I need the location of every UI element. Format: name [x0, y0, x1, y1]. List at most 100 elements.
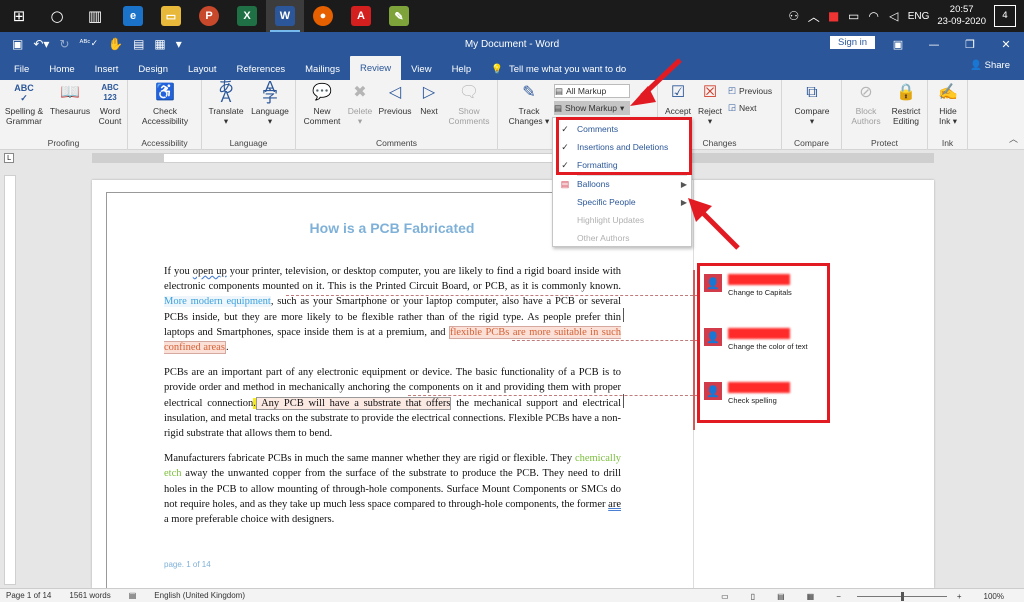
show-comments-label-1: Show: [458, 106, 480, 116]
proofing-status-icon[interactable]: ▤: [129, 591, 137, 600]
file-explorer-icon[interactable]: ▭: [152, 0, 190, 32]
language-button[interactable]: A字 Language ▾: [248, 80, 292, 127]
battery-icon[interactable]: ▭: [844, 9, 864, 23]
display-for-review-select[interactable]: ▤ All Markup: [554, 84, 630, 98]
tab-home[interactable]: Home: [39, 58, 84, 80]
wifi-icon[interactable]: ◠: [864, 9, 884, 23]
tab-references[interactable]: References: [227, 58, 296, 80]
print-layout-icon[interactable]: ▤: [777, 592, 785, 601]
excel-app-icon[interactable]: X: [228, 0, 266, 32]
task-view-icon[interactable]: ▥: [76, 0, 114, 32]
antivirus-icon[interactable]: ■: [824, 9, 844, 23]
zoom-level[interactable]: 100%: [984, 592, 1004, 601]
block-authors-button[interactable]: ⊘ Block Authors: [846, 82, 886, 127]
compare-icon: ⧉: [806, 84, 818, 101]
horizontal-ruler[interactable]: L: [0, 151, 1024, 165]
people-icon[interactable]: ⚇: [784, 9, 804, 23]
customize-qat-icon[interactable]: ▾: [176, 37, 182, 51]
zoom-in-icon[interactable]: +: [957, 592, 962, 601]
show-comments-button[interactable]: 🗨 Show Comments: [444, 82, 494, 127]
language-indicator[interactable]: ENG: [908, 11, 930, 22]
restrict-editing-button[interactable]: 🔒 Restrict Editing: [886, 82, 926, 127]
paragraph-2[interactable]: PCBs are an important part of any electr…: [164, 365, 621, 441]
acrobat-app-icon[interactable]: A: [342, 0, 380, 32]
firefox-app-icon[interactable]: ●: [304, 0, 342, 32]
tab-help[interactable]: Help: [442, 58, 482, 80]
language-label: Language: [251, 106, 289, 116]
chevron-up-icon[interactable]: ︿: [804, 8, 824, 25]
edge-app-icon[interactable]: e: [114, 0, 152, 32]
next-change-button[interactable]: ◲ Next: [728, 102, 757, 113]
read-mode-icon[interactable]: ▯: [751, 592, 755, 601]
tab-insert[interactable]: Insert: [85, 58, 129, 80]
undo-icon[interactable]: ↶▾: [33, 37, 49, 51]
powerpoint-app-icon[interactable]: P: [190, 0, 228, 32]
accept-button[interactable]: ☑ Accept: [660, 82, 696, 117]
menu-item-highlight-updates[interactable]: Highlight Updates: [553, 211, 693, 229]
translate-button[interactable]: あA Translate ▾: [204, 80, 248, 127]
previous-comment-button[interactable]: ◁ Previous: [376, 82, 414, 117]
start-icon[interactable]: ⊞: [0, 0, 38, 32]
word-count[interactable]: 1561 words: [69, 591, 110, 600]
track-changes-button[interactable]: ✎ Track Changes ▾: [508, 82, 550, 127]
language-status[interactable]: English (United Kingdom): [154, 591, 245, 600]
compare-button[interactable]: ⧉ Compare ▾: [788, 82, 836, 127]
volume-icon[interactable]: ◁: [884, 9, 904, 23]
minimize-icon[interactable]: —: [916, 32, 952, 56]
clock[interactable]: 20:57 23-09-2020: [937, 4, 986, 28]
delete-comment-button[interactable]: ✖ Delete ▾: [344, 82, 376, 127]
paragraph-3[interactable]: Manufacturers fabricate PCBs in much the…: [164, 451, 621, 527]
tell-me-search[interactable]: 💡 Tell me what you want to do: [491, 58, 626, 80]
print-preview-icon[interactable]: ▤: [133, 37, 144, 51]
next-comment-button[interactable]: ▷ Next: [414, 82, 444, 117]
vertical-ruler[interactable]: [4, 175, 16, 585]
ribbon-display-options-icon[interactable]: ▣: [880, 32, 916, 56]
menu-item-specific-people[interactable]: Specific People ▶: [553, 193, 693, 211]
draw-table-icon[interactable]: ▦: [154, 37, 165, 51]
tab-file[interactable]: File: [4, 58, 39, 80]
menu-item-other-authors[interactable]: Other Authors: [553, 229, 693, 247]
document-body[interactable]: If you open up your printer, television,…: [164, 264, 621, 537]
zoom-out-icon[interactable]: −: [836, 592, 841, 601]
hide-ink-button[interactable]: ✍ Hide Ink ▾: [932, 82, 964, 127]
spelling-check-icon[interactable]: ᴬᴮᶜ✓: [79, 39, 98, 49]
tab-mailings[interactable]: Mailings: [295, 58, 350, 80]
collapse-ribbon-icon[interactable]: ︿: [1009, 132, 1018, 145]
menu-item-balloons[interactable]: ▤ Balloons ▶: [553, 175, 693, 193]
comment-anchor-substrate[interactable]: Any PCB will have a substrate that offer…: [255, 396, 452, 410]
close-icon[interactable]: ✕: [988, 32, 1024, 56]
search-icon[interactable]: ○: [38, 0, 76, 32]
show-markup-button[interactable]: ▤ Show Markup ▾: [554, 101, 630, 115]
windows-taskbar: ⊞ ○ ▥ e ▭ P X W ● A ✎ ⚇ ︿ ■ ▭ ◠ ◁ ENG 20…: [0, 0, 1024, 32]
word-app-icon[interactable]: W: [266, 0, 304, 32]
notepad-app-icon[interactable]: ✎: [380, 0, 418, 32]
notification-center-icon[interactable]: 4: [994, 5, 1016, 27]
zoom-slider-thumb[interactable]: [900, 591, 904, 601]
check-accessibility-button[interactable]: ♿ Check Accessibility: [134, 82, 196, 127]
balloons-icon: ▤: [560, 178, 570, 189]
tab-design[interactable]: Design: [128, 58, 178, 80]
paragraph-1[interactable]: If you open up your printer, television,…: [164, 264, 621, 355]
notification-count: 4: [1002, 11, 1008, 21]
thesaurus-button[interactable]: 📖 Thesaurus: [48, 82, 92, 117]
previous-change-button[interactable]: ◰ Previous: [728, 85, 772, 96]
new-comment-button[interactable]: 💬 New Comment: [298, 82, 346, 127]
insertion-more-modern-equipment[interactable]: More modern equipment: [164, 296, 271, 308]
tab-review[interactable]: Review: [349, 56, 402, 80]
touch-mode-icon[interactable]: ✋: [108, 37, 123, 51]
web-layout-icon[interactable]: ▦: [807, 592, 815, 601]
redo-icon[interactable]: ↻: [59, 37, 69, 51]
restore-icon[interactable]: ❐: [952, 32, 988, 56]
spelling-grammar-button[interactable]: ABC ✓ Spelling & Grammar: [4, 82, 44, 126]
tab-selector-icon[interactable]: L: [4, 153, 14, 163]
tab-view[interactable]: View: [401, 58, 441, 80]
focus-mode-icon[interactable]: ▭: [721, 592, 729, 601]
zoom-slider[interactable]: [856, 591, 947, 601]
word-count-button[interactable]: ABC 123 Word Count: [94, 82, 126, 126]
tab-layout[interactable]: Layout: [178, 58, 227, 80]
reject-button[interactable]: ☒ Reject ▾: [694, 82, 726, 127]
save-icon[interactable]: ▣: [12, 37, 23, 51]
sign-in-button[interactable]: Sign in: [830, 36, 876, 49]
share-button[interactable]: 👤 Share: [970, 60, 1010, 71]
page-count[interactable]: Page 1 of 14: [6, 591, 51, 600]
